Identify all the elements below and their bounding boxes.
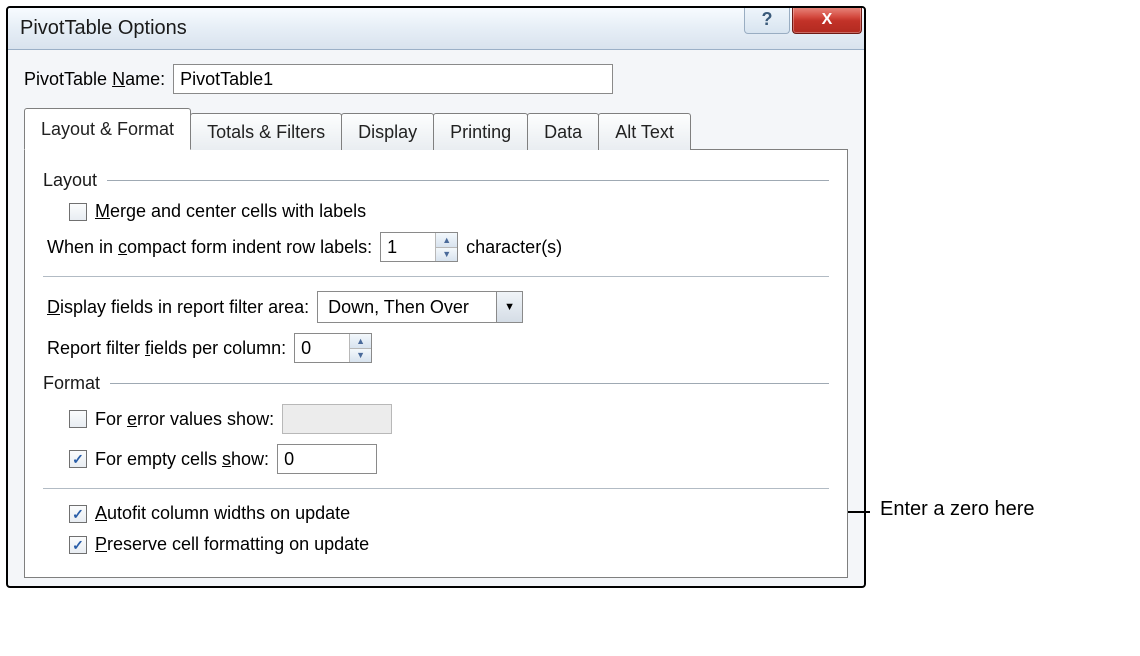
tab-layout-format[interactable]: Layout & Format (24, 108, 191, 150)
display-fields-label: Display fields in report filter area: (47, 297, 309, 318)
pivottable-name-label: PivotTable Name: (24, 69, 165, 90)
empty-cells-input[interactable] (277, 444, 377, 474)
pivottable-name-row: PivotTable Name: (24, 64, 848, 94)
fields-per-column-row: Report filter fields per column: ▲ ▼ (47, 333, 829, 363)
display-fields-row: Display fields in report filter area: Do… (47, 291, 829, 323)
indent-spinner-input[interactable] (381, 233, 435, 261)
display-fields-dropdown[interactable]: Down, Then Over ▼ (317, 291, 523, 323)
empty-cells-label: For empty cells show: (95, 449, 269, 470)
callout-text: Enter a zero here (880, 498, 1035, 521)
format-group-header: Format (43, 373, 829, 394)
tab-printing[interactable]: Printing (433, 113, 528, 150)
error-values-label: For error values show: (95, 409, 274, 430)
spinner-up-icon[interactable]: ▲ (436, 233, 457, 248)
layout-group-header: Layout (43, 170, 829, 191)
error-values-checkbox[interactable] (69, 410, 87, 428)
merge-center-checkbox[interactable] (69, 203, 87, 221)
spinner-down-icon[interactable]: ▼ (436, 248, 457, 262)
format-divider (43, 488, 829, 489)
help-icon: ? (762, 9, 773, 30)
autofit-checkbox[interactable] (69, 505, 87, 523)
fields-per-column-input[interactable] (295, 334, 349, 362)
tab-alt-text[interactable]: Alt Text (598, 113, 691, 150)
fields-per-column-label: Report filter fields per column: (47, 338, 286, 359)
indent-row: When in compact form indent row labels: … (47, 232, 829, 262)
tab-panel-layout-format: Layout Merge and center cells with label… (24, 149, 848, 578)
autofit-label: Autofit column widths on update (95, 503, 350, 524)
pivottable-name-input[interactable] (173, 64, 613, 94)
empty-cells-checkbox[interactable] (69, 450, 87, 468)
indent-suffix: character(s) (466, 237, 562, 258)
close-button[interactable]: X (792, 6, 862, 34)
tab-display[interactable]: Display (341, 113, 434, 150)
spinner-down-icon[interactable]: ▼ (350, 349, 371, 363)
error-values-input (282, 404, 392, 434)
indent-label: When in compact form indent row labels: (47, 237, 372, 258)
spinner-up-icon[interactable]: ▲ (350, 334, 371, 349)
pivottable-options-dialog: PivotTable Options ? X PivotTable Name: … (6, 6, 866, 588)
tab-data[interactable]: Data (527, 113, 599, 150)
preserve-label: Preserve cell formatting on update (95, 534, 369, 555)
fields-per-column-spinner[interactable]: ▲ ▼ (294, 333, 372, 363)
indent-spinner[interactable]: ▲ ▼ (380, 232, 458, 262)
autofit-row: Autofit column widths on update (69, 503, 829, 524)
titlebar[interactable]: PivotTable Options ? X (8, 8, 864, 50)
merge-center-row: Merge and center cells with labels (69, 201, 829, 222)
layout-divider (43, 276, 829, 277)
dialog-body: PivotTable Name: Layout & Format Totals … (8, 50, 864, 586)
dialog-title: PivotTable Options (20, 17, 187, 40)
close-icon: X (822, 11, 833, 29)
tab-bar: Layout & Format Totals & Filters Display… (24, 108, 848, 150)
empty-cells-row: For empty cells show: (69, 444, 829, 474)
display-fields-value: Down, Then Over (318, 292, 496, 322)
dropdown-arrow-icon[interactable]: ▼ (496, 292, 522, 322)
help-button[interactable]: ? (744, 6, 790, 34)
error-values-row: For error values show: (69, 404, 829, 434)
tab-totals-filters[interactable]: Totals & Filters (190, 113, 342, 150)
merge-center-label: Merge and center cells with labels (95, 201, 366, 222)
preserve-checkbox[interactable] (69, 536, 87, 554)
preserve-row: Preserve cell formatting on update (69, 534, 829, 555)
